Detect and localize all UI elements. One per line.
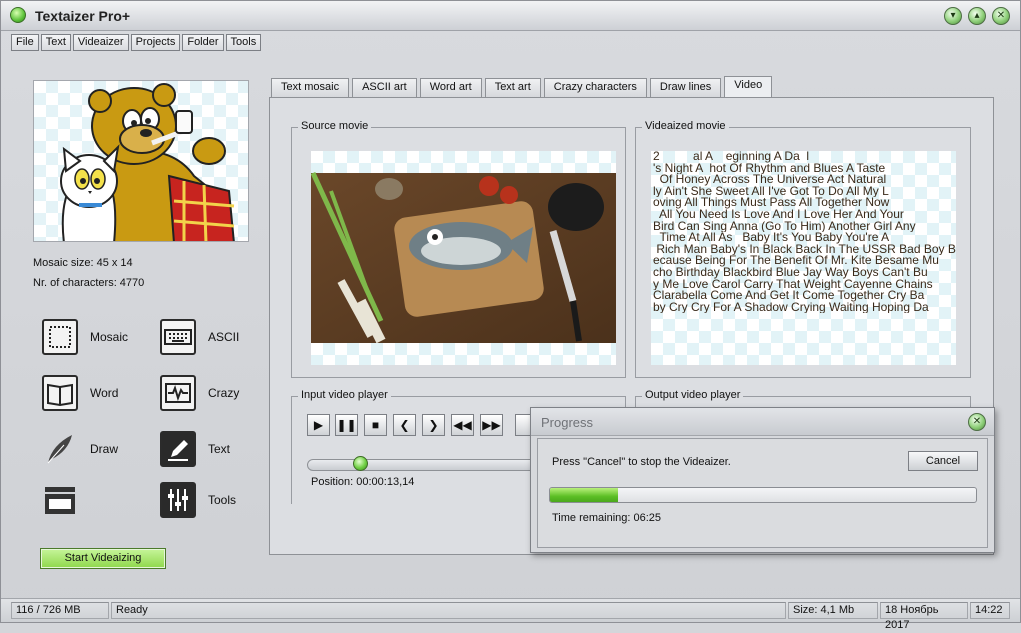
pause-button[interactable]: ❚❚ [335,414,358,436]
ascii-art-line: cho Birthday Blackbird Blue Jay Way Boys… [653,266,928,279]
progress-message: Press "Cancel" to stop the Videaizer. [552,456,731,468]
time-status: 14:22 [970,602,1010,619]
clapperboard-icon [42,482,78,518]
mosaic-tool-button[interactable]: Mosaic [42,319,154,359]
tools-tool-label: Tools [208,493,237,507]
position-slider-track[interactable] [307,459,547,471]
feather-icon [42,431,78,467]
tab-ascii-art[interactable]: ASCII art [352,78,417,97]
source-movie-frame [311,151,616,365]
app-title: Textaizer Pro+ [35,8,131,24]
menu-bar: File Text Videaizer Projects Folder Tool… [11,34,262,52]
size-status: Size: 4,1 Mb [788,602,878,619]
video-tool-button[interactable] [42,482,154,522]
input-player-title: Input video player [298,389,391,401]
ascii-art-line: 2 al A eginning A Da l [653,151,810,163]
ascii-art-line: Clarabella Come And Get It Come Together… [653,290,925,302]
pencil-edit-icon [160,431,196,467]
output-player-title: Output video player [642,389,744,401]
menu-folder[interactable]: Folder [182,34,224,51]
tools-tool-button[interactable]: Tools [160,482,272,522]
tab-text-art[interactable]: Text art [484,78,541,97]
text-tool-label: Text [208,442,231,456]
menu-file[interactable]: File [11,34,39,51]
word-tool-label: Word [90,386,119,400]
minimize-button[interactable]: ▾ [944,7,962,25]
ascii-tool-button[interactable]: ASCII [160,319,272,359]
progress-bar-fill [550,488,619,502]
rewind-button[interactable]: ◀◀ [451,414,474,436]
mosaic-preview-image [33,80,249,242]
ascii-art-line: Rich Man Baby's In Black Back In The USS… [653,243,956,256]
date-status: 18 Ноябрь 2017 [880,602,968,631]
mosaic-tool-label: Mosaic [90,330,129,344]
app-logo-icon [10,7,26,23]
source-movie-title: Source movie [298,120,372,132]
crazy-tool-label: Crazy [208,386,240,400]
stop-button[interactable]: ■ [364,414,387,436]
crazy-tool-button[interactable]: Crazy [160,375,272,415]
ascii-art-line: All You Need Is Love And I Love Her And … [653,208,904,221]
ascii-art-line: Of Honey Across The Universe Act Natural [653,174,887,186]
mosaic-icon [42,319,78,355]
tab-video[interactable]: Video [724,76,773,97]
main-window: Textaizer Pro+ ▾ ▴ ✕ File Text Videaizer… [0,0,1021,631]
waveform-icon [160,375,196,411]
menu-projects[interactable]: Projects [130,34,181,51]
tab-word-art[interactable]: Word art [419,78,482,97]
sliders-icon [160,482,196,518]
menu-videaizer[interactable]: Videaizer [72,34,129,51]
draw-tool-label: Draw [90,442,119,456]
ascii-art-line: ly Ain't She Sweet All I've Got To Do Al… [653,185,889,198]
progress-dialog-body: Press "Cancel" to stop the Videaizer. Ca… [537,438,988,548]
previous-frame-button[interactable]: ❮ [393,414,416,436]
tab-strip: Text mosaic ASCII art Word art Text art … [271,76,773,98]
text-tool-button[interactable]: Text [160,431,272,471]
progress-close-button[interactable]: ✕ [968,413,986,431]
tab-crazy-characters[interactable]: Crazy characters [543,78,647,97]
tab-text-mosaic[interactable]: Text mosaic [271,78,350,97]
close-button[interactable]: ✕ [992,7,1010,25]
character-count-label: Nr. of characters: 4770 [33,277,145,289]
keyboard-icon [160,319,196,355]
ready-status: Ready [111,602,786,619]
progress-dialog-title-bar: Progress ✕ [531,408,994,436]
position-slider-knob[interactable] [352,456,368,471]
status-bar: 116 / 726 MB Ready Size: 4,1 Mb 18 Ноябр… [1,598,1020,631]
cancel-button[interactable]: Cancel [908,451,978,471]
progress-dialog-title: Progress [541,415,594,430]
menu-tools[interactable]: Tools [225,34,262,51]
source-video-still [311,171,616,344]
draw-tool-button[interactable]: Draw [42,431,154,471]
progress-dialog: Progress ✕ Press "Cancel" to stop the Vi… [530,407,995,553]
maximize-button[interactable]: ▴ [968,7,986,25]
ascii-art-line: Time At All As Baby It's You Baby You're… [653,232,890,244]
bear-cat-illustration [60,83,235,241]
title-bar: Textaizer Pro+ ▾ ▴ ✕ [1,1,1020,31]
ascii-art-line: by Cry Cry For A Shadow Crying Waiting H… [653,301,929,314]
progress-bar [549,487,977,503]
position-label: Position: 00:00:13,14 [311,476,415,488]
ascii-tool-label: ASCII [208,330,240,344]
book-icon [42,375,78,411]
tab-draw-lines[interactable]: Draw lines [649,78,722,97]
menu-text[interactable]: Text [40,34,71,51]
ascii-art-line: y Me Love Carol Carry That Weight Cayenn… [653,278,933,291]
ascii-art-line: 's Night A hot Of Rhythm and Blues A Tas… [653,162,886,175]
fast-forward-button[interactable]: ▶▶ [480,414,503,436]
videaized-movie-frame: 2 al A eginning A Da l's Night A hot Of … [651,151,956,365]
ascii-art-line: ecause Being For The Benefit Of Mr. Kite… [653,255,939,267]
memory-status: 116 / 726 MB [11,602,109,619]
videaized-movie-title: Videaized movie [642,120,729,132]
ascii-art-line: oving All Things Must Pass All Together … [653,197,890,209]
next-frame-button[interactable]: ❯ [422,414,445,436]
ascii-art-line: Bird Can Sing Anna (Go To Him) Another G… [653,220,916,233]
play-button[interactable]: ▶ [307,414,330,436]
word-tool-button[interactable]: Word [42,375,154,415]
ascii-art-output: 2 al A eginning A Da l's Night A hot Of … [653,151,956,313]
time-remaining-label: Time remaining: 06:25 [552,512,662,524]
start-videaizing-button[interactable]: Start Videaizing [40,548,166,569]
mosaic-size-label: Mosaic size: 45 x 14 [33,257,133,269]
